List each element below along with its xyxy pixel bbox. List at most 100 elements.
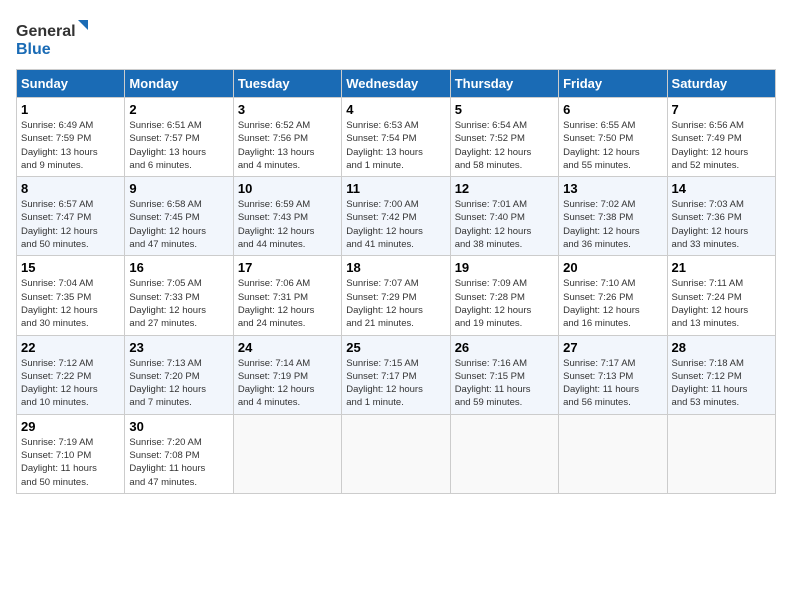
day-number: 14 [672, 181, 771, 196]
day-detail: Sunrise: 6:53 AM Sunset: 7:54 PM Dayligh… [346, 119, 445, 172]
logo: GeneralBlue [16, 16, 96, 61]
day-number: 21 [672, 260, 771, 275]
day-number: 7 [672, 102, 771, 117]
day-number: 4 [346, 102, 445, 117]
day-detail: Sunrise: 7:10 AM Sunset: 7:26 PM Dayligh… [563, 277, 662, 330]
day-detail: Sunrise: 7:01 AM Sunset: 7:40 PM Dayligh… [455, 198, 554, 251]
day-number: 9 [129, 181, 228, 196]
calendar-cell: 4 Sunrise: 6:53 AM Sunset: 7:54 PM Daylig… [342, 98, 450, 177]
calendar-cell: 8 Sunrise: 6:57 AM Sunset: 7:47 PM Daylig… [17, 177, 125, 256]
day-detail: Sunrise: 7:02 AM Sunset: 7:38 PM Dayligh… [563, 198, 662, 251]
week-row-1: 1Sunrise: 6:49 AM Sunset: 7:59 PM Daylig… [17, 98, 776, 177]
calendar-cell: 20 Sunrise: 7:10 AM Sunset: 7:26 PM Dayli… [559, 256, 667, 335]
day-number: 24 [238, 340, 337, 355]
page-header: GeneralBlue [16, 16, 776, 61]
day-detail: Sunrise: 7:09 AM Sunset: 7:28 PM Dayligh… [455, 277, 554, 330]
week-row-2: 8 Sunrise: 6:57 AM Sunset: 7:47 PM Daylig… [17, 177, 776, 256]
svg-text:Blue: Blue [16, 41, 51, 58]
day-number: 2 [129, 102, 228, 117]
calendar-cell: 2 Sunrise: 6:51 AM Sunset: 7:57 PM Daylig… [125, 98, 233, 177]
day-detail: Sunrise: 7:15 AM Sunset: 7:17 PM Dayligh… [346, 357, 445, 410]
calendar-cell [342, 414, 450, 493]
day-detail: Sunrise: 6:52 AM Sunset: 7:56 PM Dayligh… [238, 119, 337, 172]
calendar-cell: 21Sunrise: 7:11 AM Sunset: 7:24 PM Dayli… [667, 256, 775, 335]
day-number: 13 [563, 181, 662, 196]
logo-svg: GeneralBlue [16, 16, 96, 61]
calendar-cell: 27 Sunrise: 7:17 AM Sunset: 7:13 PM Dayli… [559, 335, 667, 414]
day-detail: Sunrise: 6:56 AM Sunset: 7:49 PM Dayligh… [672, 119, 771, 172]
day-number: 12 [455, 181, 554, 196]
calendar-cell: 30Sunrise: 7:20 AM Sunset: 7:08 PM Dayli… [125, 414, 233, 493]
day-detail: Sunrise: 7:17 AM Sunset: 7:13 PM Dayligh… [563, 357, 662, 410]
calendar-cell: 22 Sunrise: 7:12 AM Sunset: 7:22 PM Dayli… [17, 335, 125, 414]
calendar-cell: 18 Sunrise: 7:07 AM Sunset: 7:29 PM Dayli… [342, 256, 450, 335]
week-row-5: 29Sunrise: 7:19 AM Sunset: 7:10 PM Dayli… [17, 414, 776, 493]
day-number: 8 [21, 181, 120, 196]
calendar-table: SundayMondayTuesdayWednesdayThursdayFrid… [16, 69, 776, 494]
day-detail: Sunrise: 7:18 AM Sunset: 7:12 PM Dayligh… [672, 357, 771, 410]
calendar-cell: 16 Sunrise: 7:05 AM Sunset: 7:33 PM Dayli… [125, 256, 233, 335]
calendar-cell: 19 Sunrise: 7:09 AM Sunset: 7:28 PM Dayli… [450, 256, 558, 335]
day-number: 3 [238, 102, 337, 117]
day-number: 1 [21, 102, 120, 117]
calendar-cell: 26Sunrise: 7:16 AM Sunset: 7:15 PM Dayli… [450, 335, 558, 414]
day-detail: Sunrise: 6:55 AM Sunset: 7:50 PM Dayligh… [563, 119, 662, 172]
calendar-cell: 11 Sunrise: 7:00 AM Sunset: 7:42 PM Dayli… [342, 177, 450, 256]
day-number: 23 [129, 340, 228, 355]
day-detail: Sunrise: 7:05 AM Sunset: 7:33 PM Dayligh… [129, 277, 228, 330]
calendar-cell: 7 Sunrise: 6:56 AM Sunset: 7:49 PM Daylig… [667, 98, 775, 177]
calendar-cell: 25 Sunrise: 7:15 AM Sunset: 7:17 PM Dayli… [342, 335, 450, 414]
calendar-cell: 17Sunrise: 7:06 AM Sunset: 7:31 PM Dayli… [233, 256, 341, 335]
day-number: 29 [21, 419, 120, 434]
day-detail: Sunrise: 7:03 AM Sunset: 7:36 PM Dayligh… [672, 198, 771, 251]
calendar-cell: 1Sunrise: 6:49 AM Sunset: 7:59 PM Daylig… [17, 98, 125, 177]
col-header-thursday: Thursday [450, 70, 558, 98]
day-number: 10 [238, 181, 337, 196]
day-detail: Sunrise: 6:59 AM Sunset: 7:43 PM Dayligh… [238, 198, 337, 251]
calendar-cell: 14 Sunrise: 7:03 AM Sunset: 7:36 PM Dayli… [667, 177, 775, 256]
calendar-cell: 24 Sunrise: 7:14 AM Sunset: 7:19 PM Dayli… [233, 335, 341, 414]
col-header-saturday: Saturday [667, 70, 775, 98]
day-detail: Sunrise: 6:54 AM Sunset: 7:52 PM Dayligh… [455, 119, 554, 172]
calendar-cell: 12 Sunrise: 7:01 AM Sunset: 7:40 PM Dayli… [450, 177, 558, 256]
day-detail: Sunrise: 7:00 AM Sunset: 7:42 PM Dayligh… [346, 198, 445, 251]
calendar-cell: 13 Sunrise: 7:02 AM Sunset: 7:38 PM Dayli… [559, 177, 667, 256]
calendar-cell: 23 Sunrise: 7:13 AM Sunset: 7:20 PM Dayli… [125, 335, 233, 414]
svg-text:General: General [16, 23, 76, 40]
day-detail: Sunrise: 7:14 AM Sunset: 7:19 PM Dayligh… [238, 357, 337, 410]
col-header-sunday: Sunday [17, 70, 125, 98]
day-number: 18 [346, 260, 445, 275]
day-number: 11 [346, 181, 445, 196]
day-detail: Sunrise: 6:57 AM Sunset: 7:47 PM Dayligh… [21, 198, 120, 251]
day-number: 25 [346, 340, 445, 355]
calendar-cell: 3 Sunrise: 6:52 AM Sunset: 7:56 PM Daylig… [233, 98, 341, 177]
week-row-3: 15Sunrise: 7:04 AM Sunset: 7:35 PM Dayli… [17, 256, 776, 335]
day-number: 20 [563, 260, 662, 275]
day-detail: Sunrise: 7:20 AM Sunset: 7:08 PM Dayligh… [129, 436, 228, 489]
day-detail: Sunrise: 6:51 AM Sunset: 7:57 PM Dayligh… [129, 119, 228, 172]
col-header-friday: Friday [559, 70, 667, 98]
day-number: 22 [21, 340, 120, 355]
day-number: 19 [455, 260, 554, 275]
column-header-row: SundayMondayTuesdayWednesdayThursdayFrid… [17, 70, 776, 98]
day-number: 6 [563, 102, 662, 117]
day-detail: Sunrise: 7:16 AM Sunset: 7:15 PM Dayligh… [455, 357, 554, 410]
day-detail: Sunrise: 7:13 AM Sunset: 7:20 PM Dayligh… [129, 357, 228, 410]
calendar-cell: 28 Sunrise: 7:18 AM Sunset: 7:12 PM Dayli… [667, 335, 775, 414]
day-number: 15 [21, 260, 120, 275]
calendar-cell [559, 414, 667, 493]
calendar-cell: 10 Sunrise: 6:59 AM Sunset: 7:43 PM Dayli… [233, 177, 341, 256]
calendar-cell: 15Sunrise: 7:04 AM Sunset: 7:35 PM Dayli… [17, 256, 125, 335]
calendar-cell [667, 414, 775, 493]
col-header-wednesday: Wednesday [342, 70, 450, 98]
day-detail: Sunrise: 7:12 AM Sunset: 7:22 PM Dayligh… [21, 357, 120, 410]
day-number: 16 [129, 260, 228, 275]
day-detail: Sunrise: 7:07 AM Sunset: 7:29 PM Dayligh… [346, 277, 445, 330]
calendar-cell [450, 414, 558, 493]
day-number: 27 [563, 340, 662, 355]
day-number: 28 [672, 340, 771, 355]
day-number: 5 [455, 102, 554, 117]
col-header-monday: Monday [125, 70, 233, 98]
day-number: 17 [238, 260, 337, 275]
calendar-cell: 29Sunrise: 7:19 AM Sunset: 7:10 PM Dayli… [17, 414, 125, 493]
